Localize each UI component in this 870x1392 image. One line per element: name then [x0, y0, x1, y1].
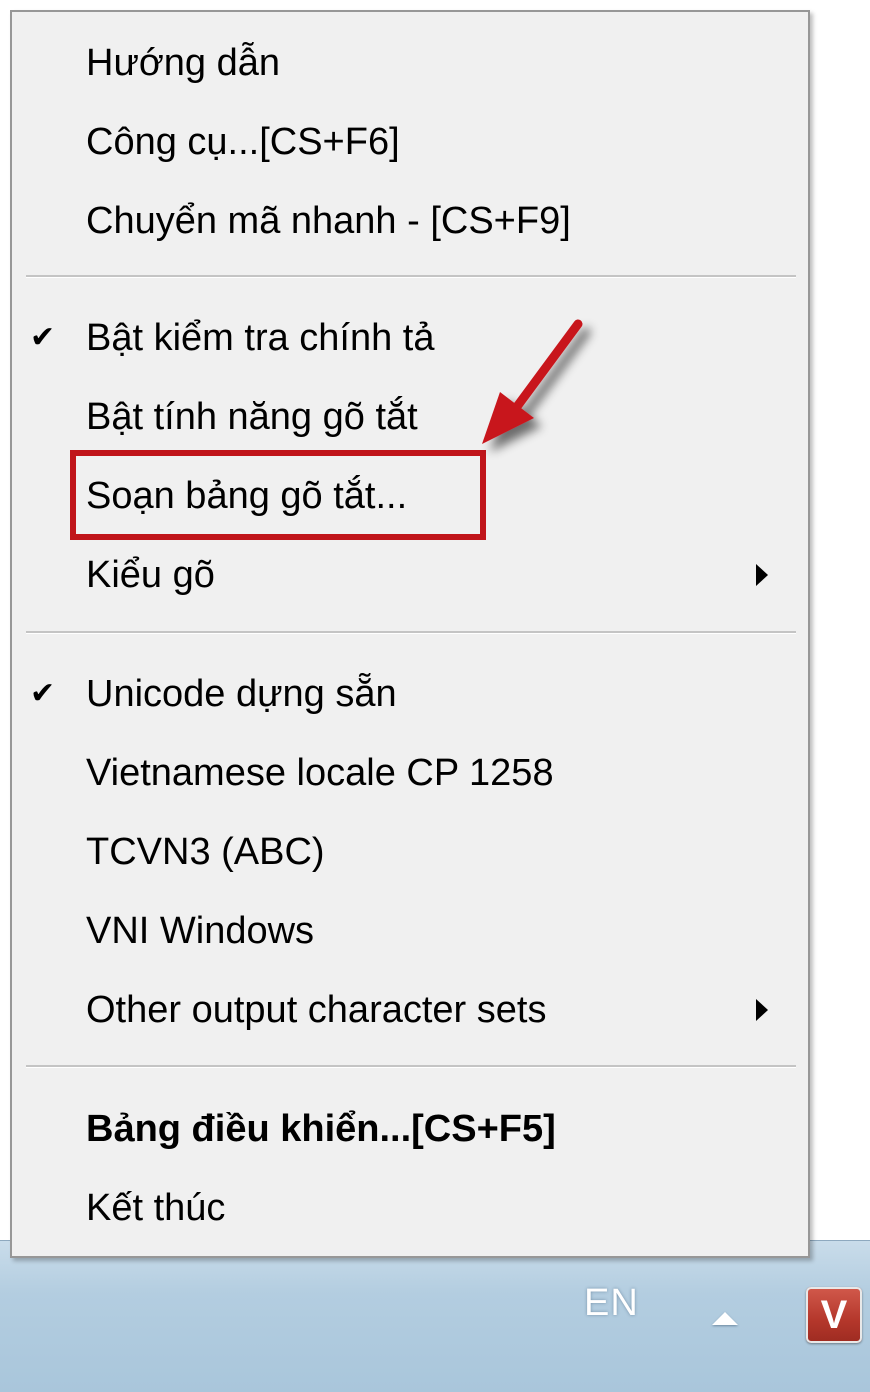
- menu-item-vni-windows[interactable]: VNI Windows: [12, 892, 808, 970]
- menu-item-ket-thuc[interactable]: Kết thúc: [12, 1169, 808, 1247]
- menu-item-huong-dan[interactable]: Hướng dẫn: [12, 24, 808, 102]
- menu-item-label: Vietnamese locale CP 1258: [86, 752, 554, 794]
- checkmark-icon: ✔: [30, 677, 56, 710]
- menu-item-label: Kiểu gõ: [86, 554, 215, 596]
- menu-item-chuyen-ma-nhanh[interactable]: Chuyển mã nhanh - [CS+F9]: [12, 182, 808, 260]
- menu-item-bat-kiem-tra-chinh-ta[interactable]: ✔ Bật kiểm tra chính tả: [12, 299, 808, 377]
- red-pointer-arrow-icon: [482, 319, 583, 444]
- menu-item-tcvn3[interactable]: TCVN3 (ABC): [12, 813, 808, 891]
- menu-item-label: TCVN3 (ABC): [86, 831, 325, 873]
- vietnamese-input-app-icon[interactable]: V: [806, 1287, 862, 1343]
- menu-item-bat-tinh-nang-go-tat[interactable]: Bật tính năng gõ tắt: [12, 378, 808, 456]
- submenu-arrow-icon: [756, 999, 768, 1021]
- menu-item-other-output-character-sets[interactable]: Other output character sets: [12, 971, 808, 1049]
- menu-item-label: VNI Windows: [86, 910, 315, 952]
- menu-item-kieu-go[interactable]: Kiểu gõ: [12, 536, 808, 614]
- menu-item-label: Chuyển mã nhanh - [CS+F9]: [86, 200, 571, 242]
- taskbar: [0, 1240, 870, 1392]
- menu-item-label: Other output character sets: [86, 989, 547, 1031]
- language-indicator[interactable]: EN: [584, 1282, 639, 1325]
- menu-item-label: Công cụ...[CS+F6]: [86, 121, 400, 163]
- menu-separator: [26, 275, 796, 278]
- menu-item-label: Unicode dựng sẵn: [86, 673, 397, 715]
- menu-item-label: Bật tính năng gõ tắt: [86, 396, 418, 438]
- menu-item-label: Hướng dẫn: [86, 42, 281, 84]
- context-menu: Hướng dẫn Công cụ...[CS+F6] Chuyển mã nh…: [10, 10, 810, 1258]
- show-hidden-icons-icon[interactable]: [712, 1312, 738, 1325]
- menu-separator: [26, 631, 796, 634]
- menu-item-label: Bật kiểm tra chính tả: [86, 317, 435, 359]
- checkmark-icon: ✔: [30, 321, 56, 354]
- menu-item-label: Kết thúc: [86, 1187, 226, 1229]
- menu-separator: [26, 1065, 796, 1068]
- menu-item-vietnamese-locale[interactable]: Vietnamese locale CP 1258: [12, 734, 808, 812]
- menu-item-cong-cu[interactable]: Công cụ...[CS+F6]: [12, 103, 808, 181]
- submenu-arrow-icon: [756, 564, 768, 586]
- menu-item-unicode-dung-san[interactable]: ✔ Unicode dựng sẵn: [12, 655, 808, 733]
- highlight-box: [70, 450, 486, 540]
- menu-item-bang-dieu-khien[interactable]: Bảng điều khiển...[CS+F5]: [12, 1090, 808, 1168]
- menu-item-label: Bảng điều khiển...[CS+F5]: [86, 1108, 556, 1150]
